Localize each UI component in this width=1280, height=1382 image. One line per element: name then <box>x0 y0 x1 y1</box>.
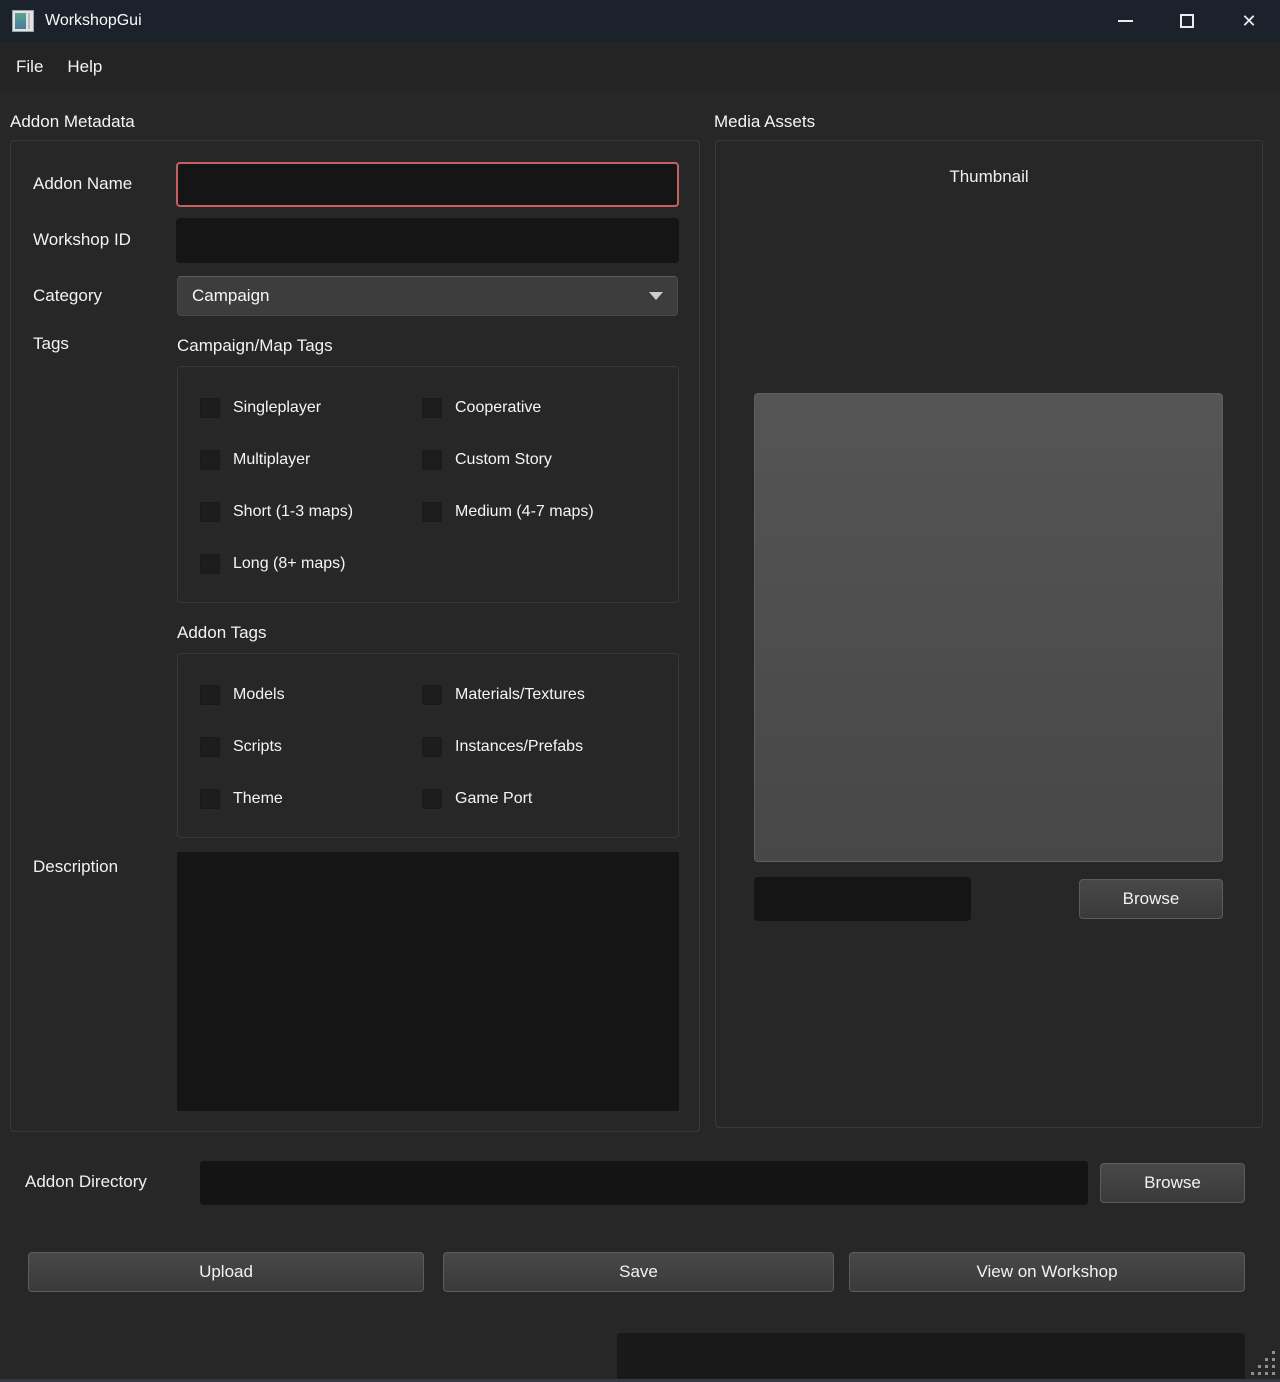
upload-button[interactable]: Upload <box>28 1252 424 1292</box>
tag-game-port[interactable]: Game Port <box>422 788 678 810</box>
short-checkbox[interactable] <box>200 502 220 522</box>
category-label: Category <box>33 286 102 306</box>
tag-cooperative[interactable]: Cooperative <box>422 397 678 419</box>
singleplayer-checkbox[interactable] <box>200 398 220 418</box>
long-checkbox[interactable] <box>200 554 220 574</box>
tag-singleplayer[interactable]: Singleplayer <box>200 397 422 419</box>
game-port-checkbox[interactable] <box>422 789 442 809</box>
media-assets-panel: Thumbnail Browse <box>715 140 1263 1128</box>
menu-help[interactable]: Help <box>55 51 114 83</box>
tag-multiplayer[interactable]: Multiplayer <box>200 449 422 471</box>
addon-metadata-header: Addon Metadata <box>10 112 135 132</box>
addon-tags-group: Models Materials/Textures Scripts Instan… <box>177 653 679 838</box>
menubar: File Help <box>0 42 1280 92</box>
tag-materials-textures[interactable]: Materials/Textures <box>422 684 678 706</box>
category-selected-value: Campaign <box>192 286 270 306</box>
titlebar: WorkshopGui ✕ <box>0 0 1280 42</box>
media-assets-header: Media Assets <box>714 112 815 132</box>
tag-models[interactable]: Models <box>200 684 422 706</box>
multiplayer-checkbox[interactable] <box>200 450 220 470</box>
minimize-icon <box>1118 20 1133 22</box>
addon-name-input[interactable] <box>176 162 679 207</box>
campaign-map-tags-title: Campaign/Map Tags <box>177 336 333 356</box>
minimize-button[interactable] <box>1094 0 1156 42</box>
description-textarea[interactable] <box>177 852 679 1111</box>
maximize-icon <box>1180 14 1194 28</box>
workshop-id-input[interactable] <box>176 218 679 263</box>
app-icon-strip <box>28 13 30 29</box>
workshop-id-label: Workshop ID <box>33 230 131 250</box>
scripts-checkbox[interactable] <box>200 737 220 757</box>
custom-story-checkbox[interactable] <box>422 450 442 470</box>
addon-directory-browse-button[interactable]: Browse <box>1100 1163 1245 1203</box>
thumbnail-label: Thumbnail <box>716 167 1262 187</box>
view-on-workshop-button[interactable]: View on Workshop <box>849 1252 1245 1292</box>
addon-directory-input[interactable] <box>200 1161 1088 1205</box>
close-button[interactable]: ✕ <box>1218 0 1280 42</box>
tag-custom-story[interactable]: Custom Story <box>422 449 678 471</box>
models-checkbox[interactable] <box>200 685 220 705</box>
description-label: Description <box>33 857 118 877</box>
maximize-button[interactable] <box>1156 0 1218 42</box>
medium-checkbox[interactable] <box>422 502 442 522</box>
cooperative-checkbox[interactable] <box>422 398 442 418</box>
app-icon-pane <box>15 13 26 29</box>
thumbnail-browse-button[interactable]: Browse <box>1079 879 1223 919</box>
menu-file[interactable]: File <box>4 51 55 83</box>
thumbnail-preview <box>754 393 1223 862</box>
tag-scripts[interactable]: Scripts <box>200 736 422 758</box>
materials-textures-checkbox[interactable] <box>422 685 442 705</box>
instances-prefabs-checkbox[interactable] <box>422 737 442 757</box>
campaign-map-tags-group: Singleplayer Cooperative Multiplayer Cus… <box>177 366 679 603</box>
tag-instances-prefabs[interactable]: Instances/Prefabs <box>422 736 678 758</box>
tag-long[interactable]: Long (8+ maps) <box>200 553 422 575</box>
save-button[interactable]: Save <box>443 1252 834 1292</box>
tag-medium[interactable]: Medium (4-7 maps) <box>422 501 678 523</box>
tag-theme[interactable]: Theme <box>200 788 422 810</box>
resize-grip[interactable] <box>1251 1351 1278 1378</box>
chevron-down-icon <box>649 292 663 300</box>
window-title: WorkshopGui <box>45 12 142 30</box>
tags-label: Tags <box>33 334 69 354</box>
close-icon: ✕ <box>1241 12 1256 30</box>
addon-metadata-panel: Addon Name Workshop ID Category Campaign… <box>10 140 700 1132</box>
window-controls: ✕ <box>1094 0 1280 42</box>
theme-checkbox[interactable] <box>200 789 220 809</box>
addon-directory-label: Addon Directory <box>25 1172 147 1192</box>
app-icon <box>12 10 34 32</box>
tag-short[interactable]: Short (1-3 maps) <box>200 501 422 523</box>
addon-name-label: Addon Name <box>33 174 132 194</box>
thumbnail-path-input[interactable] <box>754 877 971 921</box>
category-dropdown[interactable]: Campaign <box>177 276 678 316</box>
status-box <box>617 1333 1245 1382</box>
addon-tags-title: Addon Tags <box>177 623 266 643</box>
